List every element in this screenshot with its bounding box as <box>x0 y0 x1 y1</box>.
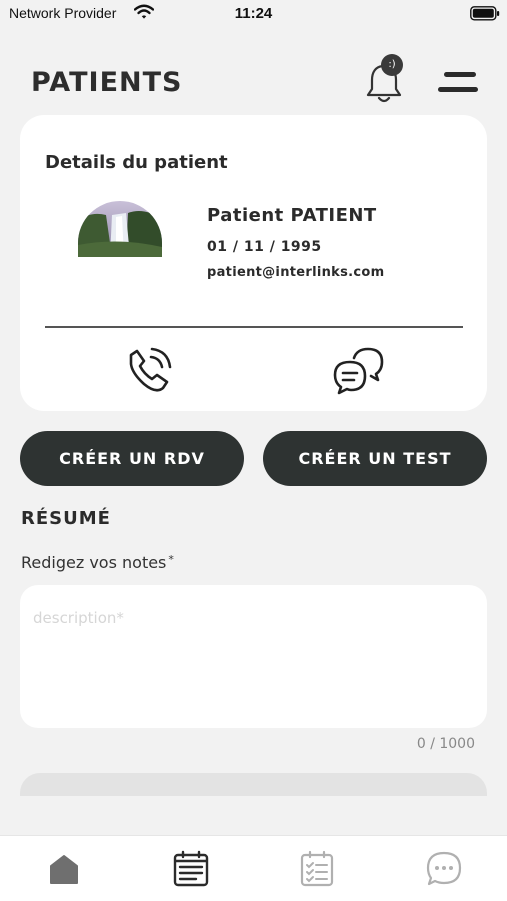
notes-label: Redigez vos notes * <box>21 553 174 572</box>
chat-bubbles-icon <box>333 347 384 395</box>
create-test-button[interactable]: CRÉER UN TEST <box>263 431 487 486</box>
call-button[interactable] <box>122 345 176 399</box>
battery-icon <box>470 6 500 25</box>
tab-bar <box>0 835 507 901</box>
divider <box>45 326 463 328</box>
create-appointment-button[interactable]: CRÉER UN RDV <box>20 431 244 486</box>
notes-textarea[interactable]: description* <box>20 585 487 728</box>
message-button[interactable] <box>330 344 386 400</box>
calendar-list-icon <box>173 850 209 887</box>
menu-icon <box>444 72 476 77</box>
phone-icon <box>129 347 172 392</box>
page-title: PATIENTS <box>31 67 183 98</box>
home-icon <box>50 855 78 884</box>
character-counter: 0 / 1000 <box>416 736 475 752</box>
tab-tests[interactable] <box>298 850 336 888</box>
menu-icon-bar <box>438 87 478 92</box>
tab-agenda[interactable] <box>172 850 210 888</box>
avatar <box>78 201 162 257</box>
tab-messages[interactable] <box>425 850 463 888</box>
patient-name: Patient PATIENT <box>207 205 377 226</box>
tab-home[interactable] <box>45 850 83 888</box>
card-title: Details du patient <box>45 152 228 173</box>
notes-placeholder: description* <box>33 609 124 627</box>
menu-button[interactable] <box>438 70 478 96</box>
required-mark: * <box>168 553 174 566</box>
patient-details-card: Details du patient Patient PATIENT 01 / … <box>20 115 487 411</box>
chat-icon <box>426 851 462 886</box>
save-notes-button[interactable] <box>20 773 487 796</box>
notification-badge: :) <box>381 54 403 76</box>
notes-label-text: Redigez vos notes <box>21 553 167 572</box>
patient-email: patient@interlinks.com <box>207 265 385 280</box>
patient-birth-date: 01 / 11 / 1995 <box>207 239 322 255</box>
summary-title: RÉSUMÉ <box>21 508 111 529</box>
clock: 11:24 <box>234 5 273 22</box>
checklist-icon <box>300 850 334 887</box>
status-bar: Network Provider 11:24 <box>0 0 507 30</box>
